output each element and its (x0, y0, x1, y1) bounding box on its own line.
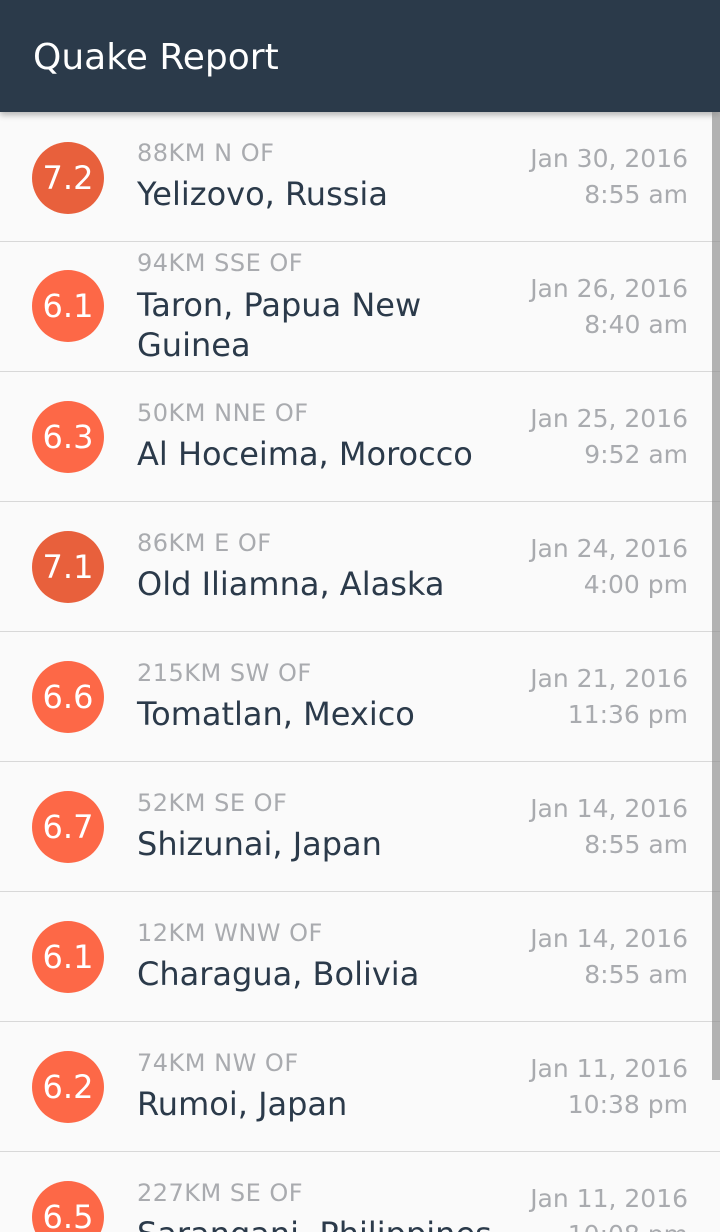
quake-time: 10:08 pm (568, 1219, 688, 1232)
primary-location: Rumoi, Japan (137, 1085, 348, 1123)
quake-time: 8:55 am (584, 180, 688, 209)
primary-location: Yelizovo, Russia (137, 175, 388, 213)
quake-time: 8:55 am (584, 830, 688, 859)
quake-time: 8:40 am (584, 310, 688, 339)
magnitude-circle: 7.2 (32, 142, 104, 214)
magnitude-circle: 6.5 (32, 1181, 104, 1232)
quake-date: Jan 25, 2016 (530, 404, 688, 433)
location-offset: 86KM E OF (137, 529, 272, 557)
location-offset: 74KM NW OF (137, 1049, 299, 1077)
earthquake-list-item[interactable]: 7.2 88KM N OF Yelizovo, Russia Jan 30, 2… (0, 112, 720, 242)
quake-time: 8:55 am (584, 960, 688, 989)
quake-time: 11:36 pm (567, 700, 688, 729)
location-offset: 94KM SSE OF (137, 249, 304, 277)
earthquake-list-item[interactable]: 6.2 74KM NW OF Rumoi, Japan Jan 11, 2016… (0, 1022, 720, 1152)
quake-time: 4:00 pm (583, 570, 688, 599)
primary-location: Tomatlan, Mexico (137, 695, 415, 733)
earthquake-list-item[interactable]: 6.3 50KM NNE OF Al Hoceima, Morocco Jan … (0, 372, 720, 502)
magnitude-circle: 6.2 (32, 1051, 104, 1123)
earthquake-list-item[interactable]: 6.6 215KM SW OF Tomatlan, Mexico Jan 21,… (0, 632, 720, 762)
quake-time: 10:38 pm (567, 1090, 688, 1119)
primary-location: Shizunai, Japan (137, 825, 382, 863)
location-offset: 52KM SE OF (137, 789, 288, 817)
earthquake-list-item[interactable]: 6.1 94KM SSE OF Taron, Papua New Guinea … (0, 242, 720, 372)
quake-date: Jan 30, 2016 (530, 144, 688, 173)
location-offset: 12KM WNW OF (137, 919, 323, 947)
scrollbar[interactable] (712, 112, 720, 1080)
quake-date: Jan 14, 2016 (530, 794, 688, 823)
location-offset: 215KM SW OF (137, 659, 312, 687)
quake-date: Jan 21, 2016 (530, 664, 688, 693)
earthquake-list[interactable]: 7.2 88KM N OF Yelizovo, Russia Jan 30, 2… (0, 112, 720, 1232)
quake-date: Jan 11, 2016 (530, 1184, 688, 1213)
quake-date: Jan 11, 2016 (530, 1054, 688, 1083)
earthquake-list-item[interactable]: 6.7 52KM SE OF Shizunai, Japan Jan 14, 2… (0, 762, 720, 892)
location-offset: 227KM SE OF (137, 1179, 304, 1207)
location-offset: 50KM NNE OF (137, 399, 309, 427)
quake-date: Jan 14, 2016 (530, 924, 688, 953)
magnitude-circle: 6.6 (32, 661, 104, 733)
primary-location: Sarangani, Philippines (137, 1214, 507, 1232)
app-bar: Quake Report (0, 0, 720, 112)
primary-location: Taron, Papua New Guinea (137, 286, 422, 364)
app-title: Quake Report (33, 37, 279, 78)
primary-location: Charagua, Bolivia (137, 955, 420, 993)
quake-date: Jan 24, 2016 (530, 534, 688, 563)
magnitude-circle: 7.1 (32, 531, 104, 603)
earthquake-list-item[interactable]: 6.1 12KM WNW OF Charagua, Bolivia Jan 14… (0, 892, 720, 1022)
magnitude-circle: 6.7 (32, 791, 104, 863)
primary-location: Al Hoceima, Morocco (137, 435, 473, 473)
location-offset: 88KM N OF (137, 139, 275, 167)
quake-date: Jan 26, 2016 (530, 274, 688, 303)
magnitude-circle: 6.1 (32, 921, 104, 993)
app-screen: Quake Report 7.2 88KM N OF Yelizovo, Rus… (0, 0, 720, 1232)
earthquake-list-item[interactable]: 6.5 227KM SE OF Sarangani, Philippines J… (0, 1152, 720, 1232)
primary-location: Old Iliamna, Alaska (137, 565, 445, 603)
magnitude-circle: 6.1 (32, 270, 104, 342)
magnitude-circle: 6.3 (32, 401, 104, 473)
earthquake-list-item[interactable]: 7.1 86KM E OF Old Iliamna, Alaska Jan 24… (0, 502, 720, 632)
quake-time: 9:52 am (584, 440, 688, 469)
